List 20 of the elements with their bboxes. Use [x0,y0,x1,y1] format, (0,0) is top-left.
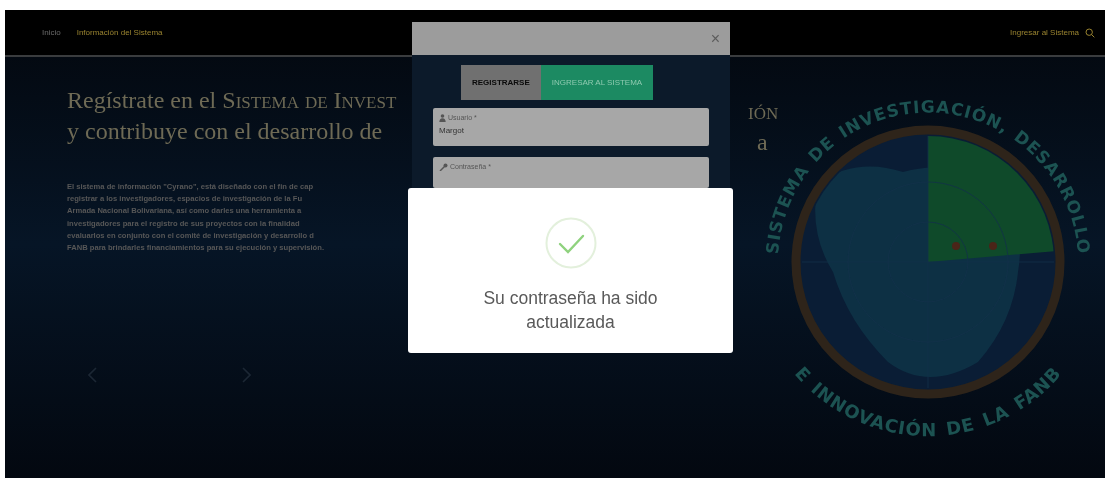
nav-link[interactable]: Información del Sistema [76,26,163,39]
emblem-word: LA [979,400,1013,431]
person-icon [439,114,446,123]
close-button[interactable]: × [710,30,720,47]
success-check-icon [544,217,597,269]
emblem-word: DE [944,413,977,440]
alert-message: Su contraseña ha sido actualizada [482,287,659,334]
emblem-word: E [790,362,816,387]
hero-heading: y contribuye con el desarrollo de [67,117,383,146]
key-icon [439,163,448,172]
tab[interactable]: INGRESAR AL SISTEMA [540,65,654,100]
hero-heading: Regístrate en el Sistema de Invest [67,86,397,115]
emblem-word: DE [804,131,839,166]
nav-link[interactable]: Inicio [42,26,61,39]
tab[interactable]: REGISTRARSE [461,65,541,100]
login-link[interactable]: Ingresar al Sistema [1010,26,1079,39]
hero-heading: a [757,128,768,157]
search-icon[interactable] [1085,27,1095,38]
hero-heading: ión [748,97,779,126]
field-value: Margot [439,124,464,137]
